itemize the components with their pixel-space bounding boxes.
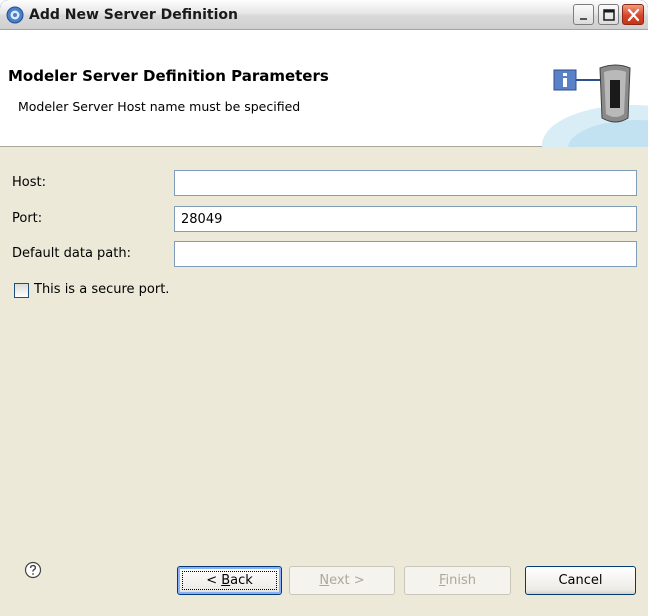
- page-title: Modeler Server Definition Parameters: [8, 67, 329, 85]
- close-icon: [627, 8, 640, 22]
- server-info-icon: [542, 64, 648, 147]
- app-icon: [6, 6, 24, 24]
- finish-button-label: inish: [445, 573, 477, 588]
- port-input[interactable]: [174, 206, 637, 232]
- dialog-client-area: Modeler Server Definition Parameters Mod…: [0, 30, 648, 616]
- help-icon[interactable]: [24, 561, 42, 579]
- dialog-window: Add New Server Definition Modeler Server…: [0, 0, 648, 616]
- window-title: Add New Server Definition: [29, 7, 238, 23]
- cancel-button[interactable]: Cancel: [525, 566, 636, 595]
- focus-ring: [182, 571, 277, 590]
- finish-button[interactable]: Finish: [404, 566, 511, 595]
- data-path-row: Default data path:: [12, 241, 638, 267]
- next-button-label: ext >: [329, 573, 365, 588]
- wizard-banner: Modeler Server Definition Parameters Mod…: [0, 30, 648, 147]
- maximize-icon: [603, 9, 615, 21]
- host-input[interactable]: [174, 170, 637, 196]
- maximize-button[interactable]: [598, 4, 619, 25]
- back-button[interactable]: < Back: [177, 566, 282, 595]
- secure-port-label[interactable]: This is a secure port.: [34, 282, 169, 297]
- host-label: Host:: [12, 175, 46, 190]
- minimize-button[interactable]: [573, 4, 594, 25]
- close-button[interactable]: [622, 4, 644, 25]
- data-path-label: Default data path:: [12, 246, 131, 261]
- next-button-mnemonic: N: [319, 573, 330, 588]
- secure-port-checkbox[interactable]: [14, 283, 29, 298]
- port-row: Port:: [12, 206, 638, 232]
- title-bar[interactable]: Add New Server Definition: [0, 0, 648, 30]
- data-path-input[interactable]: [174, 241, 637, 267]
- next-button[interactable]: Next >: [289, 566, 395, 595]
- port-label: Port:: [12, 211, 43, 226]
- minimize-icon: [580, 18, 587, 20]
- validation-message: Modeler Server Host name must be specifi…: [18, 99, 301, 114]
- host-row: Host:: [12, 170, 638, 196]
